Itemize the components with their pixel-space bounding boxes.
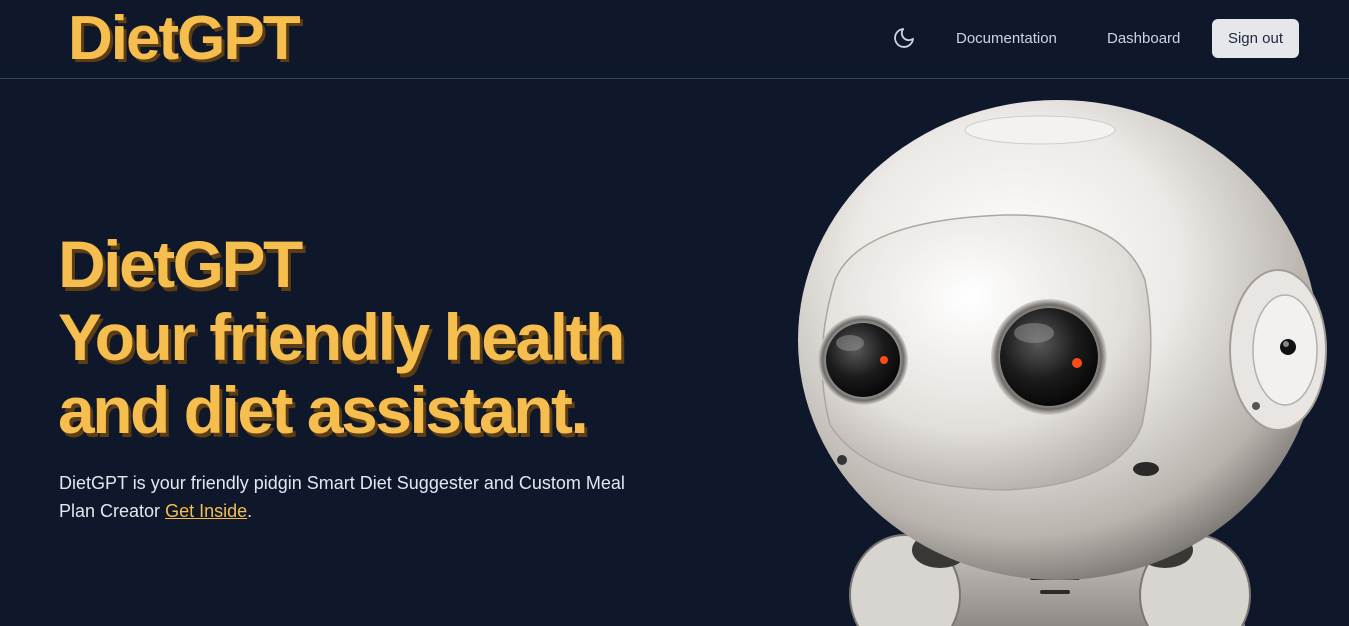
nav-link-dashboard[interactable]: Dashboard (1107, 29, 1180, 49)
theme-toggle-button[interactable] (890, 24, 918, 52)
hero-title-line: Your friendly health (58, 300, 625, 374)
hero-description-suffix: . (247, 501, 253, 521)
hero-description: DietGPT is your friendly pidgin Smart Di… (59, 469, 659, 525)
sign-out-button[interactable]: Sign out (1212, 19, 1299, 58)
get-inside-link[interactable]: Get Inside (165, 501, 247, 521)
nav-link-documentation[interactable]: Documentation (956, 29, 1057, 49)
hero-description-text: DietGPT is your friendly pidgin Smart Di… (59, 473, 625, 521)
hero-title-line: and diet assistant. (58, 373, 589, 447)
hero-title-line: DietGPT (58, 227, 303, 301)
page: DietGPT Documentation Dashboard Sign out… (0, 0, 1349, 626)
hero-title: DietGPT Your friendly health and diet as… (58, 228, 758, 447)
moon-icon (894, 28, 914, 48)
top-navbar: DietGPT Documentation Dashboard Sign out (0, 0, 1349, 79)
robot-illustration (798, 100, 1327, 626)
logo[interactable]: DietGPT (68, 2, 301, 76)
